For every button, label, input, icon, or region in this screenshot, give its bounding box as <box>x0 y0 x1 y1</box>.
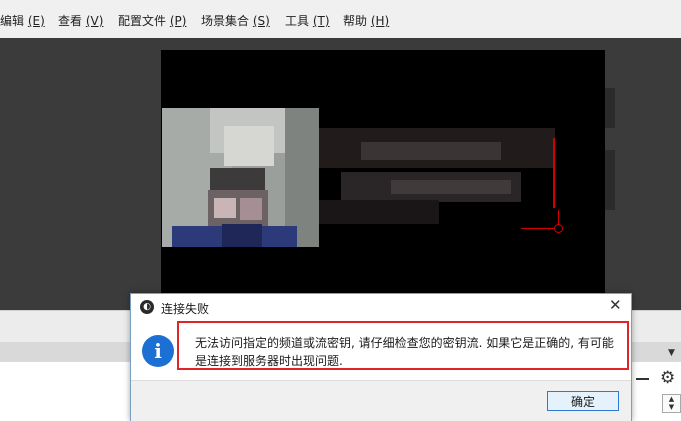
menubar: 编辑 (E) 查看 (V) 配置文件 (P) 场景集合 (S) 工具 (T) 帮… <box>0 0 681 38</box>
webcam-face-shade <box>240 198 262 220</box>
close-icon[interactable]: ✕ <box>609 297 622 313</box>
menu-view[interactable]: 查看 (V) <box>58 12 103 29</box>
spinbox-stepper[interactable]: ▲ ▼ <box>662 394 681 413</box>
webcam-face-highlight <box>214 198 236 218</box>
ok-button[interactable]: 确定 <box>547 391 619 411</box>
obs-logo-icon: ◐ <box>140 300 154 314</box>
info-icon: i <box>142 335 174 367</box>
webcam-lamp-block <box>224 126 274 166</box>
webcam-shirt-dark <box>222 224 262 247</box>
pixelated-text-row-1 <box>361 142 501 160</box>
message-highlight: 无法访问指定的频道或流密钥, 请仔细检查您的密钥流. 如果它是正确的, 有可能是… <box>177 321 629 370</box>
pixelated-text-row-4 <box>319 200 439 224</box>
dialog-message: 无法访问指定的频道或流密钥, 请仔细检查您的密钥流. 如果它是正确的, 有可能是… <box>195 336 614 368</box>
menu-profile[interactable]: 配置文件 (P) <box>118 12 186 29</box>
connection-failed-dialog: ◐ 连接失败 ✕ i 无法访问指定的频道或流密钥, 请仔细检查您的密钥流. 如果… <box>130 293 632 421</box>
preview-canvas[interactable] <box>161 50 605 309</box>
remove-button[interactable] <box>636 378 649 380</box>
pixelated-text-row-3 <box>391 180 511 194</box>
selection-edge-right <box>553 138 555 208</box>
chevron-down-icon[interactable]: ▼ <box>668 348 675 358</box>
menu-tools[interactable]: 工具 (T) <box>285 12 330 29</box>
dialog-footer: 确定 <box>131 380 631 421</box>
menu-edit[interactable]: 编辑 (E) <box>0 12 45 29</box>
gear-icon[interactable]: ⚙ <box>660 370 675 387</box>
webcam-source[interactable] <box>162 108 319 247</box>
dialog-title: 连接失败 <box>161 302 210 316</box>
menu-scene-collection[interactable]: 场景集合 (S) <box>201 12 270 29</box>
menu-help[interactable]: 帮助 (H) <box>343 12 389 29</box>
resize-handle-icon[interactable] <box>554 224 563 233</box>
